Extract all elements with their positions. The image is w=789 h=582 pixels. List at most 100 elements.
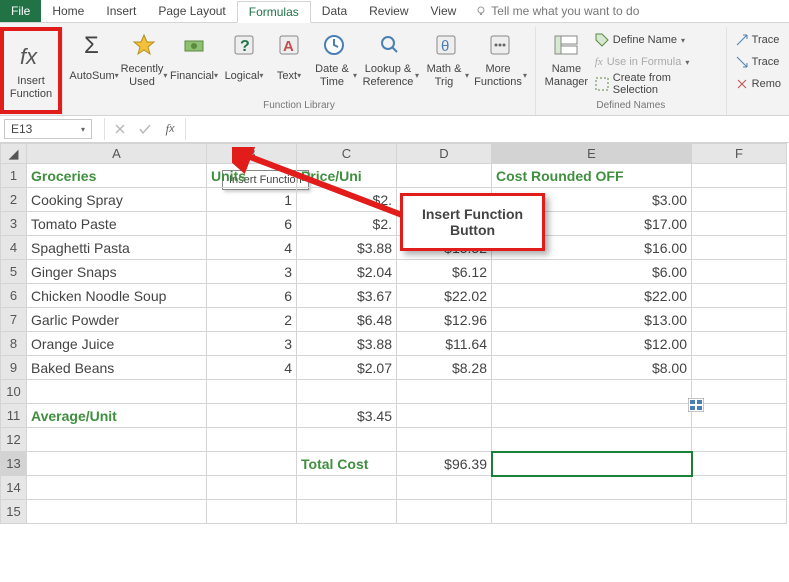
cell[interactable] (397, 380, 492, 404)
cell[interactable] (492, 404, 692, 428)
cell[interactable] (397, 500, 492, 524)
cell[interactable] (692, 284, 787, 308)
cell[interactable]: $96.39 (397, 452, 492, 476)
cell[interactable] (492, 380, 692, 404)
cell[interactable] (692, 404, 787, 428)
cell[interactable] (397, 476, 492, 500)
cell[interactable] (692, 332, 787, 356)
cell[interactable] (27, 428, 207, 452)
cell[interactable]: 6 (207, 212, 297, 236)
cell[interactable] (692, 356, 787, 380)
create-from-selection-button[interactable]: Create from Selection (591, 73, 720, 95)
row-header[interactable]: 6 (1, 284, 27, 308)
row-header[interactable]: 3 (1, 212, 27, 236)
cell[interactable]: Garlic Powder (27, 308, 207, 332)
col-header-d[interactable]: D (397, 144, 492, 164)
row-header[interactable]: 8 (1, 332, 27, 356)
cell[interactable]: 3 (207, 332, 297, 356)
cell[interactable]: $2. (297, 188, 397, 212)
cell[interactable] (207, 404, 297, 428)
row-header[interactable]: 12 (1, 428, 27, 452)
cell[interactable] (692, 476, 787, 500)
cell[interactable]: Price/Uni (297, 164, 397, 188)
cell[interactable]: 4 (207, 356, 297, 380)
cell[interactable]: Baked Beans (27, 356, 207, 380)
col-header-a[interactable]: A (27, 144, 207, 164)
cell[interactable]: $6.12 (397, 260, 492, 284)
formula-input[interactable] (186, 119, 789, 139)
cell[interactable] (397, 164, 492, 188)
row-header[interactable]: 13 (1, 452, 27, 476)
name-box[interactable]: E13▾ (4, 119, 92, 139)
cell[interactable]: Cost Rounded OFF (492, 164, 692, 188)
cell[interactable] (692, 308, 787, 332)
autosum-button[interactable]: Σ AutoSum▾ (69, 27, 119, 91)
insert-function-button[interactable]: fx Insert Function (0, 27, 62, 114)
col-header-f[interactable]: F (692, 144, 787, 164)
select-all[interactable]: ◢ (1, 144, 27, 164)
cell[interactable] (27, 452, 207, 476)
trace-dependents-button[interactable]: Trace (733, 51, 783, 73)
row-header[interactable]: 2 (1, 188, 27, 212)
text-button[interactable]: A Text▾ (269, 27, 309, 91)
cell[interactable]: Ginger Snaps (27, 260, 207, 284)
row-header[interactable]: 4 (1, 236, 27, 260)
tab-view[interactable]: View (420, 0, 468, 22)
cell[interactable]: $6.00 (492, 260, 692, 284)
cell[interactable]: 1 (207, 188, 297, 212)
cell[interactable]: $8.00 (492, 356, 692, 380)
row-header[interactable]: 11 (1, 404, 27, 428)
cell[interactable] (692, 260, 787, 284)
cell[interactable] (692, 452, 787, 476)
cell[interactable] (492, 500, 692, 524)
cell[interactable]: Chicken Noodle Soup (27, 284, 207, 308)
cell[interactable]: Average/Unit (27, 404, 207, 428)
row-header[interactable]: 1 (1, 164, 27, 188)
cell[interactable] (692, 164, 787, 188)
remove-arrows-button[interactable]: Remo (733, 73, 783, 95)
smart-tag-icon[interactable] (688, 398, 704, 412)
cell[interactable]: $6.48 (297, 308, 397, 332)
cell[interactable]: 2 (207, 308, 297, 332)
cell[interactable]: $22.00 (492, 284, 692, 308)
cell[interactable] (297, 428, 397, 452)
lookup-reference-button[interactable]: Lookup & Reference ▾ (359, 27, 421, 91)
cell[interactable] (207, 380, 297, 404)
tab-data[interactable]: Data (311, 0, 358, 22)
cell[interactable] (397, 428, 492, 452)
cell[interactable] (297, 380, 397, 404)
cell[interactable] (692, 188, 787, 212)
cell[interactable]: $13.00 (492, 308, 692, 332)
cell[interactable]: $2.07 (297, 356, 397, 380)
selected-cell[interactable] (492, 452, 692, 476)
cell[interactable] (692, 212, 787, 236)
math-trig-button[interactable]: θ Math & Trig ▾ (421, 27, 471, 91)
cell[interactable]: $3.88 (297, 236, 397, 260)
cell[interactable]: $3.45 (297, 404, 397, 428)
cell[interactable]: Total Cost (297, 452, 397, 476)
name-manager-button[interactable]: Name Manager (542, 27, 591, 91)
cell[interactable] (692, 428, 787, 452)
cell[interactable] (207, 500, 297, 524)
logical-button[interactable]: ? Logical▾ (219, 27, 269, 91)
cell[interactable] (692, 380, 787, 404)
cell[interactable] (692, 236, 787, 260)
cell[interactable]: $12.00 (492, 332, 692, 356)
cell[interactable] (297, 500, 397, 524)
cell[interactable]: Spaghetti Pasta (27, 236, 207, 260)
row-header[interactable]: 5 (1, 260, 27, 284)
define-name-button[interactable]: Define Name ▾ (591, 29, 720, 51)
cell[interactable]: $8.28 (397, 356, 492, 380)
cell[interactable]: $2.04 (297, 260, 397, 284)
cell[interactable] (207, 452, 297, 476)
cell[interactable]: 6 (207, 284, 297, 308)
tell-me[interactable]: Tell me what you want to do (467, 0, 647, 22)
cell[interactable]: 4 (207, 236, 297, 260)
financial-button[interactable]: Financial▾ (169, 27, 219, 91)
cell[interactable] (492, 428, 692, 452)
trace-precedents-button[interactable]: Trace (733, 29, 783, 51)
more-functions-button[interactable]: More Functions ▾ (471, 27, 529, 91)
tab-page-layout[interactable]: Page Layout (147, 0, 236, 22)
cell[interactable] (27, 476, 207, 500)
fx-button[interactable]: fx (159, 119, 181, 139)
